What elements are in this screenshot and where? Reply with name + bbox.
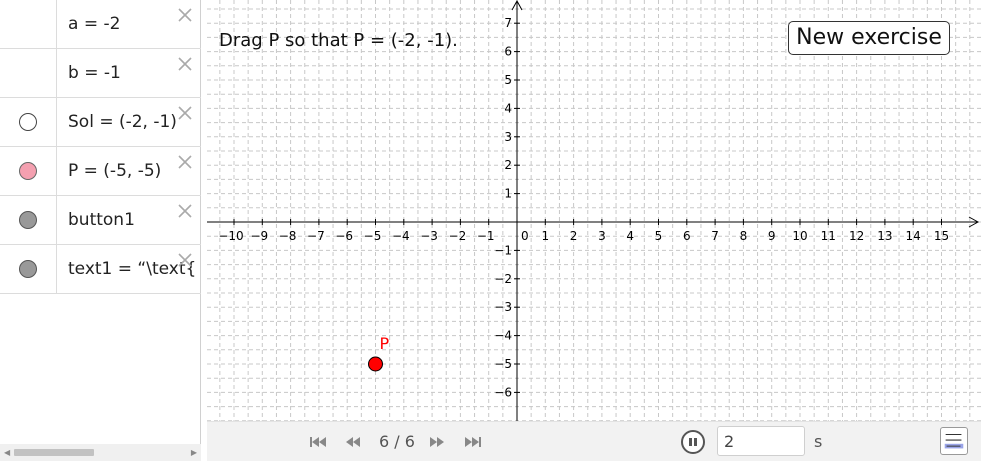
delete-icon[interactable] [176,6,194,24]
first-page-icon[interactable] [308,434,328,450]
visibility-toggle[interactable] [19,211,37,229]
graphics-view[interactable]: −10 −9 −8 −7 −6 −5 −4 −3 −2 −1 0 1 2 3 4 5 6 7 8 9 10 11 12 13 1… [207,0,981,461]
x-tick-label: −2 [449,229,467,243]
animation-speed-input[interactable] [717,426,805,456]
task-text: Drag P so that P = (-2, -1). [219,30,458,51]
y-tick-label: 2 [504,158,512,172]
x-tick-label: 9 [768,229,776,243]
marble-cell [0,0,57,48]
x-tick-label: −9 [250,229,268,243]
scroll-left-icon[interactable]: ◀ [4,448,10,457]
marble-cell [0,245,57,293]
x-tick-label: 1 [541,229,549,243]
y-tick-label: 5 [504,73,512,87]
delete-icon[interactable] [176,202,194,220]
y-tick-label: −6 [494,385,512,399]
algebra-row-button1[interactable]: button1 [0,196,201,245]
last-page-icon[interactable] [463,434,483,450]
visibility-toggle[interactable] [19,113,37,131]
horizontal-scrollbar[interactable]: ◀ ▶ [0,444,201,461]
x-tick-label: −7 [307,229,325,243]
x-tick-label: 11 [821,229,836,243]
y-tick-label: −2 [494,272,512,286]
algebra-row-text1[interactable]: text1 = “\text{D [0,245,201,294]
visibility-toggle[interactable] [19,260,37,278]
x-tick-label: 10 [792,229,807,243]
animation-toolbar: 6 / 6 s [207,421,981,461]
x-tick-label: −10 [218,229,243,243]
y-tick-label: 4 [504,101,512,115]
x-tick-label: −8 [279,229,297,243]
scrollbar-thumb[interactable] [14,449,94,456]
marble-cell [0,147,57,195]
next-page-icon[interactable] [427,434,447,450]
y-tick-label: 7 [504,16,512,30]
algebra-row-sol[interactable]: Sol = (-2, -1) [0,98,201,147]
x-tick-label: 5 [655,229,663,243]
algebra-row-p[interactable]: P = (-5, -5) [0,147,201,196]
x-tick-label: −4 [392,229,410,243]
delete-icon[interactable] [176,104,194,122]
delete-icon[interactable] [176,153,194,171]
algebra-row-a[interactable]: a = -2 [0,0,201,49]
x-tick-label: 2 [570,229,578,243]
x-tick-label: −3 [420,229,438,243]
x-tick-label: 4 [626,229,634,243]
previous-page-icon[interactable] [343,434,363,450]
x-tick-label: 7 [711,229,719,243]
x-tick-label: 12 [849,229,864,243]
y-tick-label: −1 [494,243,512,257]
y-tick-label: 1 [504,187,512,201]
point-p[interactable] [368,356,383,372]
y-tick-label: −4 [494,329,512,343]
x-tick-label: −6 [335,229,353,243]
pause-button[interactable] [681,430,705,454]
coordinate-plane[interactable]: −10 −9 −8 −7 −6 −5 −4 −3 −2 −1 0 1 2 3 4 5 6 7 8 9 10 11 12 13 1… [207,0,981,421]
y-tick-label: 3 [504,130,512,144]
y-tick-label: −3 [494,300,512,314]
algebra-row-b[interactable]: b = -1 [0,49,201,98]
delete-icon[interactable] [176,251,194,269]
y-tick-label: 6 [504,45,512,59]
y-tick-label: −5 [494,357,512,371]
x-tick-label: 8 [740,229,748,243]
algebra-input-icon[interactable] [940,427,968,455]
x-tick-label: 15 [934,229,949,243]
algebra-view: a = -2 b = -1 Sol = (-2, -1) P = (-5, -5… [0,0,201,461]
marble-cell [0,196,57,244]
marble-cell [0,98,57,146]
marble-cell [0,49,57,97]
scroll-right-icon[interactable]: ▶ [191,448,197,457]
x-tick-label: −5 [364,229,382,243]
speed-unit: s [814,432,823,451]
x-tick-label: 13 [877,229,892,243]
x-tick-label: 6 [683,229,691,243]
visibility-toggle[interactable] [19,162,37,180]
delete-icon[interactable] [176,55,194,73]
x-tick-label: −1 [477,229,495,243]
page-indicator: 6 / 6 [379,432,415,451]
x-tick-label: 14 [906,229,921,243]
new-exercise-button[interactable]: New exercise [788,21,950,55]
x-tick-label: 3 [598,229,606,243]
x-tick-label: 0 [521,229,529,243]
point-p-label: P [380,334,390,353]
